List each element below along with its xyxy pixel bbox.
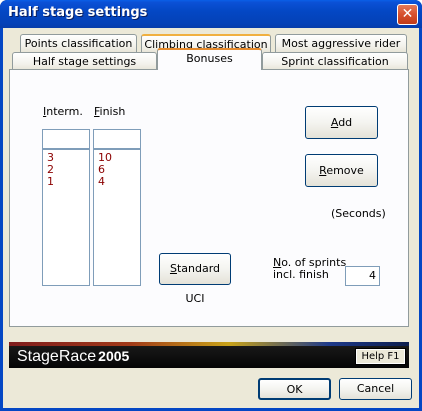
cancel-button[interactable]: Cancel [339, 378, 412, 400]
branding-bar: StageRace 2005 Help F1 [9, 342, 409, 368]
help-button[interactable]: Help F1 [355, 348, 406, 365]
add-button[interactable]: Add [305, 106, 378, 139]
interm-label: Interm. [43, 105, 83, 118]
dialog-window: Half stage settings ✕ Points classificat… [0, 0, 422, 411]
tab-bonuses[interactable]: Bonuses [157, 48, 262, 70]
title-bar[interactable]: Half stage settings ✕ [0, 0, 422, 28]
tab-label: Half stage settings [32, 55, 137, 68]
remove-button[interactable]: Remove [305, 154, 378, 187]
tab-label: Most aggressive rider [281, 37, 401, 50]
ok-button[interactable]: OK [258, 378, 331, 400]
branding-stripe [9, 342, 409, 346]
close-icon: ✕ [401, 6, 414, 22]
stagerace-logo: StageRace 2005 [17, 348, 130, 365]
tab-label: Bonuses [186, 52, 233, 65]
list-item[interactable]: 1 [47, 176, 85, 188]
close-button[interactable]: ✕ [397, 4, 418, 25]
interm-input[interactable] [42, 129, 90, 149]
tab-label: Points classification [24, 37, 133, 50]
window-title: Half stage settings [8, 5, 148, 20]
tab-most-aggressive-rider[interactable]: Most aggressive rider [275, 34, 407, 53]
interm-list[interactable]: 3 2 1 [42, 149, 90, 286]
tab-label: Sprint classification [281, 55, 389, 68]
seconds-note: (Seconds) [331, 207, 386, 220]
tab-points-classification[interactable]: Points classification [20, 34, 137, 53]
sprints-label: No. of sprints incl. finish [273, 256, 347, 281]
sprints-count-input[interactable]: 4 [345, 266, 380, 286]
list-item[interactable]: 4 [98, 176, 136, 188]
finish-label: Finish [94, 105, 126, 118]
finish-list[interactable]: 10 6 4 [93, 149, 141, 286]
standard-uci-button[interactable]: Standard UCI [159, 253, 231, 305]
finish-input[interactable] [93, 129, 141, 149]
